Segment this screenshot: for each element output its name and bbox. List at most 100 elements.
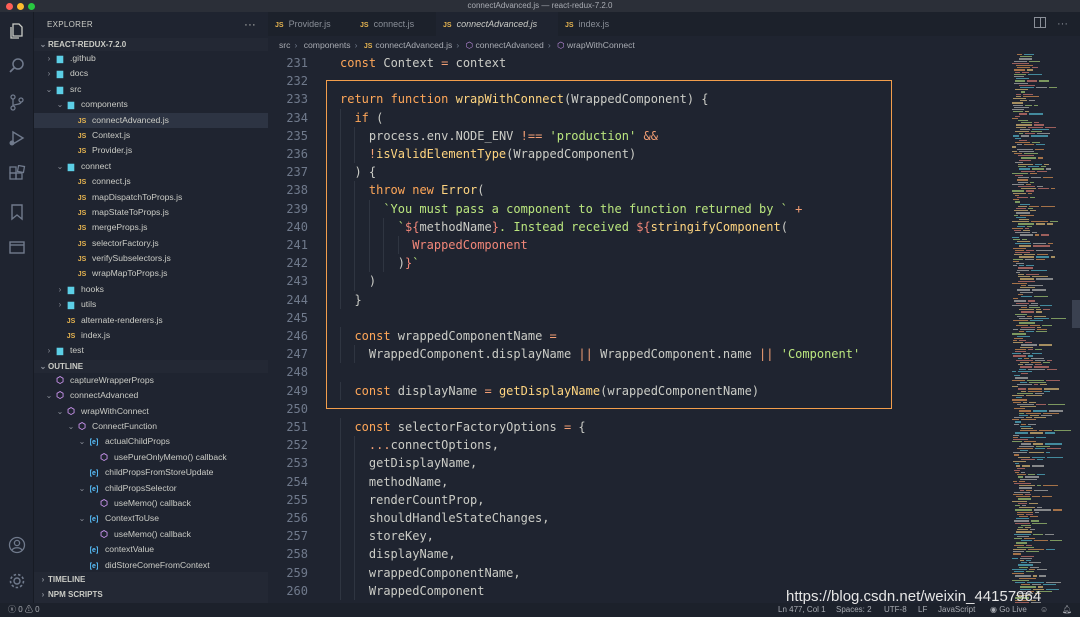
problems-indicator[interactable]: ⓧ 0 ⚠ 0	[8, 603, 40, 617]
outline-item[interactable]: [e] childPropsFromStoreUpdate	[34, 465, 268, 480]
minimap-line	[1030, 210, 1036, 212]
npm-scripts-section-label: NPM SCRIPTS	[48, 590, 103, 599]
indent-guide	[340, 108, 341, 127]
outline-item[interactable]: ⌄ [e] ContextToUse	[34, 511, 268, 526]
js-file-icon: JS	[77, 256, 87, 264]
minimap-line	[1013, 98, 1026, 100]
timeline-section-header[interactable]: › TIMELINE	[34, 572, 268, 587]
outline-section-header[interactable]: ⌄ OUTLINE	[34, 359, 268, 373]
file-tree-item[interactable]: JS mergeProps.js	[34, 220, 268, 235]
source-control-icon[interactable]	[8, 93, 26, 111]
code-token: displayName	[368, 547, 449, 562]
folder-tree-item[interactable]: › ▆ .github	[34, 51, 268, 66]
minimap-line	[1013, 480, 1017, 483]
outline-item[interactable]: [e] didStoreComeFromContext	[34, 558, 268, 573]
folder-tree-item[interactable]: › ▆ hooks	[34, 282, 268, 297]
remote-explorer-icon[interactable]	[8, 238, 26, 256]
tab-index[interactable]: JS index.js	[558, 12, 638, 36]
file-tree-item[interactable]: JS Context.js	[34, 128, 268, 143]
breadcrumb-item[interactable]: src	[279, 40, 290, 50]
encoding[interactable]: UTF-8	[884, 603, 907, 617]
folder-tree-item[interactable]: › ▆ test	[34, 343, 268, 358]
split-editor-icon[interactable]	[1034, 17, 1046, 28]
minimap[interactable]	[1008, 54, 1080, 603]
outline-item[interactable]: ⌄ ⬡ ConnectFunction	[34, 419, 268, 434]
minimap-line	[1015, 348, 1026, 351]
extensions-icon[interactable]	[8, 165, 26, 183]
tab-connectadvanced[interactable]: JS connectAdvanced.js	[436, 12, 558, 36]
folder-tree-item[interactable]: › ▆ utils	[34, 297, 268, 312]
run-debug-icon[interactable]	[8, 129, 26, 147]
outline-item[interactable]: ⬡ captureWrapperProps	[34, 373, 268, 388]
feedback-icon[interactable]: ☺	[1040, 603, 1048, 617]
file-tree-item[interactable]: JS verifySubselectors.js	[34, 251, 268, 266]
minimap-line	[1017, 148, 1033, 150]
breadcrumb-item[interactable]: components	[304, 40, 351, 50]
minimap-line	[1018, 456, 1030, 458]
file-tree-item[interactable]: JS alternate-renderers.js	[34, 313, 268, 328]
bookmarks-icon[interactable]	[8, 203, 26, 221]
account-icon[interactable]	[8, 536, 26, 554]
outline-item[interactable]: ⬡ useMemo() callback	[34, 496, 268, 511]
breadcrumb-item[interactable]: connectAdvanced.js	[375, 40, 452, 50]
minimap-line	[1014, 153, 1022, 155]
folder-tree-item[interactable]: ⌄ ▆ components	[34, 97, 268, 112]
code-line: 258 displayName,	[268, 545, 1008, 564]
outline-item[interactable]: ⌄ [e] actualChildProps	[34, 434, 268, 449]
code-editor[interactable]: 231 const Context = context 232 233 return f…	[268, 54, 1008, 603]
minimap-line	[1031, 177, 1041, 179]
minimap-line	[1020, 346, 1033, 348]
breadcrumb-item[interactable]: wrapWithConnect	[567, 40, 635, 50]
tab-connect[interactable]: JS connect.js	[353, 12, 436, 36]
folder-tree-item[interactable]: ⌄ ▆ src	[34, 82, 268, 97]
minimap-line	[1027, 80, 1037, 82]
code-token: ) {	[686, 92, 709, 107]
editor-scrollbar[interactable]	[1072, 300, 1080, 328]
js-file-icon: JS	[443, 22, 452, 29]
outline-item[interactable]: [e] contextValue	[34, 542, 268, 557]
file-tree-item[interactable]: JS connect.js	[34, 174, 268, 189]
npm-scripts-section-header[interactable]: › NPM SCRIPTS	[34, 587, 268, 603]
minimap-line	[1035, 234, 1039, 236]
outline-item[interactable]: ⬡ usePureOnlyMemo() callback	[34, 450, 268, 465]
project-section-header[interactable]: ⌄ REACT-REDUX-7.2.0	[34, 38, 268, 51]
end-of-line[interactable]: LF	[918, 603, 927, 617]
folder-tree-item[interactable]: ⌄ ▆ connect	[34, 159, 268, 174]
outline-item[interactable]: ⌄ ⬡ connectAdvanced	[34, 388, 268, 403]
file-tree-item[interactable]: JS mapDispatchToProps.js	[34, 190, 268, 205]
minimap-line	[1021, 326, 1035, 329]
file-tree-item[interactable]: JS index.js	[34, 328, 268, 343]
go-live-button[interactable]: ◉ Go Live	[990, 603, 1027, 617]
minimap-line	[1013, 434, 1019, 436]
tree-item-label: hooks	[81, 283, 104, 294]
minimap-line	[1024, 254, 1035, 256]
language-mode[interactable]: JavaScript	[938, 603, 975, 617]
outline-item[interactable]: ⬡ useMemo() callback	[34, 527, 268, 542]
file-tree-item[interactable]: JS selectorFactory.js	[34, 236, 268, 251]
settings-icon[interactable]	[8, 572, 26, 590]
search-icon[interactable]	[8, 57, 26, 75]
folder-tree-item[interactable]: › ▆ docs	[34, 66, 268, 81]
notifications-icon[interactable]: 🔔︎	[1062, 603, 1072, 617]
outline-item[interactable]: ⌄ ⬡ wrapWithConnect	[34, 404, 268, 419]
maximize-window-button[interactable]	[28, 3, 35, 10]
outline-item[interactable]: ⌄ [e] childPropsSelector	[34, 481, 268, 496]
tab-label: connect.js	[373, 19, 415, 29]
explorer-more-actions-button[interactable]: ···	[244, 12, 256, 38]
file-tree-item[interactable]: JS connectAdvanced.js	[34, 112, 268, 128]
indentation[interactable]: Spaces: 2	[836, 603, 872, 617]
file-tree-item[interactable]: JS mapStateToProps.js	[34, 205, 268, 220]
tab-provider[interactable]: JS Provider.js	[268, 12, 353, 36]
code-token: new	[412, 183, 442, 198]
minimap-line	[1025, 133, 1035, 135]
cursor-position[interactable]: Ln 477, Col 1	[778, 603, 826, 617]
outline-item-label: didStoreComeFromContext	[105, 559, 210, 570]
close-window-button[interactable]	[6, 3, 13, 10]
file-tree-item[interactable]: JS Provider.js	[34, 143, 268, 158]
tree-item-label: test	[70, 345, 84, 356]
explorer-icon[interactable]	[8, 22, 26, 40]
file-tree-item[interactable]: JS wrapMapToProps.js	[34, 266, 268, 281]
breadcrumb-item[interactable]: connectAdvanced	[475, 40, 543, 50]
minimize-window-button[interactable]	[17, 3, 24, 10]
editor-more-actions-button[interactable]: ···	[1057, 12, 1068, 36]
